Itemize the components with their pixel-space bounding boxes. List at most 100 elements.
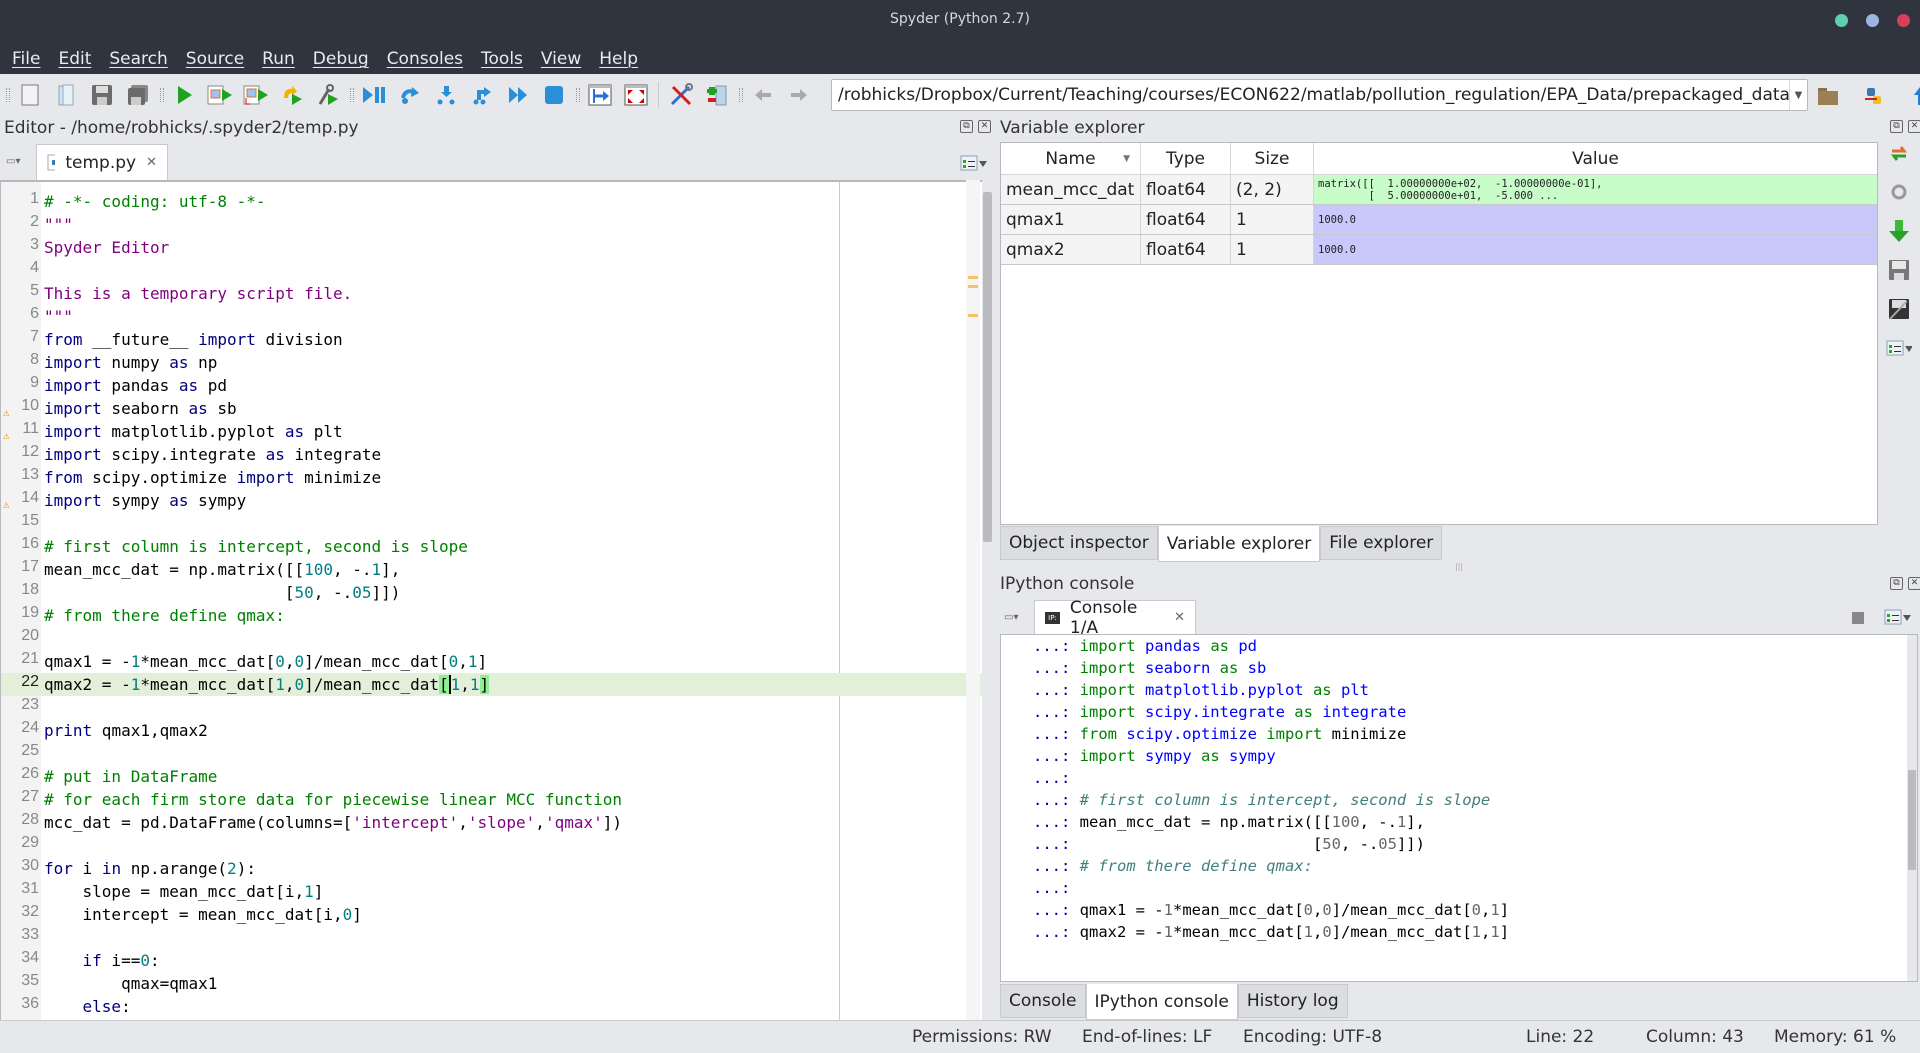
maximize-button[interactable] <box>1866 14 1879 27</box>
code-line[interactable]: 27 # for each firm store data for piecewi… <box>1 788 982 811</box>
save-data-as-button[interactable] <box>1886 296 1912 322</box>
code-line[interactable]: ⚠ 11 import matplotlib.pyplot as plt <box>1 420 982 443</box>
new-file-button[interactable] <box>16 81 44 109</box>
ipython-console-output[interactable]: ...: import pandas as pd ...: import sea… <box>1000 634 1918 982</box>
code-line[interactable]: ⚠ 10 import seaborn as sb <box>1 397 982 420</box>
fullscreen-button[interactable] <box>622 81 650 109</box>
code-line[interactable]: 7 from __future__ import division <box>1 328 982 351</box>
menu-edit[interactable]: Edit <box>58 49 91 69</box>
refresh-button[interactable] <box>1886 140 1912 166</box>
warning-flag[interactable] <box>968 285 978 288</box>
code-line[interactable]: 1 # -*- coding: utf-8 -*- <box>1 190 982 213</box>
code-line[interactable]: 24 print qmax1,qmax2 <box>1 719 982 742</box>
warning-flag[interactable] <box>968 314 978 317</box>
menu-consoles[interactable]: Consoles <box>387 49 463 69</box>
toolbar-handle[interactable] <box>350 88 354 102</box>
code-line[interactable]: 29 <box>1 834 982 857</box>
tab-history-log[interactable]: History log <box>1237 984 1348 1018</box>
code-line[interactable]: 21 qmax1 = -1*mean_mcc_dat[0,0]/mean_mcc_… <box>1 650 982 673</box>
code-line[interactable]: ⚠ 14 import sympy as sympy <box>1 489 982 512</box>
close-tab-icon[interactable]: ✕ <box>1174 610 1185 625</box>
code-line[interactable]: 35 qmax=qmax1 <box>1 972 982 995</box>
interrupt-kernel-button[interactable] <box>1852 612 1864 624</box>
toolbar-handle[interactable] <box>739 88 743 102</box>
import-data-button[interactable] <box>1886 218 1912 244</box>
menu-debug[interactable]: Debug <box>313 49 369 69</box>
undock-icon[interactable]: ⧉ <box>960 120 973 133</box>
tab-temp-py[interactable]: temp.py ✕ <box>36 144 168 180</box>
auto-refresh-button[interactable] <box>1886 179 1912 205</box>
console-options-button[interactable] <box>1884 608 1912 630</box>
variable-value[interactable]: matrix([[ 1.00000000e+02, -1.00000000e-0… <box>1314 175 1877 204</box>
browse-tabs-icon[interactable]: ▭▾ <box>1004 612 1018 623</box>
code-line[interactable]: 22 qmax2 = -1*mean_mcc_dat[1,0]/mean_mcc_… <box>1 673 982 696</box>
tab-console[interactable]: Console <box>1000 984 1086 1018</box>
undock-icon[interactable]: ⧉ <box>1890 120 1903 133</box>
code-line[interactable]: 32 intercept = mean_mcc_dat[i,0] <box>1 903 982 926</box>
variable-value[interactable]: 1000.0 <box>1314 235 1877 264</box>
close-button[interactable] <box>1897 14 1910 27</box>
minimize-button[interactable] <box>1835 14 1848 27</box>
code-line[interactable]: 30 for i in np.arange(2): <box>1 857 982 880</box>
column-header-name[interactable]: Name ▼ <box>1001 143 1141 174</box>
menu-file[interactable]: File <box>12 49 40 69</box>
menu-tools[interactable]: Tools <box>481 49 523 69</box>
save-data-button[interactable] <box>1886 257 1912 283</box>
menu-search[interactable]: Search <box>109 49 167 69</box>
forward-button[interactable] <box>785 81 813 109</box>
code-line[interactable]: 15 <box>1 512 982 535</box>
code-line[interactable]: 36 else: <box>1 995 982 1018</box>
browse-tabs-icon[interactable]: ▭▾ <box>6 156 30 170</box>
step-button[interactable] <box>396 81 424 109</box>
code-line[interactable]: 3 Spyder Editor <box>1 236 982 259</box>
undock-icon[interactable]: ⧉ <box>1890 577 1903 590</box>
console-scrollbar[interactable] <box>1907 635 1917 981</box>
menu-source[interactable]: Source <box>186 49 244 69</box>
stop-debug-button[interactable] <box>540 81 568 109</box>
working-directory-dropdown[interactable]: ▼ <box>1789 80 1807 110</box>
close-pane-icon[interactable]: ✕ <box>978 120 991 133</box>
tab-file-explorer[interactable]: File explorer <box>1320 526 1443 560</box>
debug-button[interactable] <box>360 81 388 109</box>
column-header-type[interactable]: Type <box>1141 143 1231 174</box>
code-line[interactable]: 33 <box>1 926 982 949</box>
pythonpath-manager-button[interactable] <box>703 81 731 109</box>
tab-console-1a[interactable]: IP: Console 1/A ✕ <box>1034 598 1196 638</box>
code-line[interactable]: 34 if i==0: <box>1 949 982 972</box>
maximize-pane-button[interactable] <box>586 81 614 109</box>
menu-help[interactable]: Help <box>599 49 638 69</box>
warning-flag[interactable] <box>968 276 978 279</box>
editor-scrollbar[interactable] <box>982 180 993 1020</box>
menu-run[interactable]: Run <box>262 49 295 69</box>
code-line[interactable]: 6 """ <box>1 305 982 328</box>
variable-row[interactable]: mean_mcc_dat float64 (2, 2) matrix([[ 1.000… <box>1001 175 1877 205</box>
code-line[interactable]: 9 import pandas as pd <box>1 374 982 397</box>
save-all-button[interactable] <box>124 81 152 109</box>
code-line[interactable]: 23 <box>1 696 982 719</box>
editor-options-button[interactable] <box>960 154 988 172</box>
open-file-button[interactable] <box>52 81 80 109</box>
toolbar-handle[interactable] <box>160 88 164 102</box>
code-line[interactable]: 17 mean_mcc_dat = np.matrix([[100, -.1], <box>1 558 982 581</box>
step-into-button[interactable] <box>432 81 460 109</box>
rerun-last-button[interactable] <box>278 81 306 109</box>
tab-object-inspector[interactable]: Object inspector <box>1000 526 1158 560</box>
menu-view[interactable]: View <box>541 49 581 69</box>
console-scrollbar-thumb[interactable] <box>1908 770 1916 870</box>
set-working-dir-button[interactable] <box>1860 82 1888 110</box>
toolbar-handle[interactable] <box>6 88 10 102</box>
preferences-button[interactable] <box>667 81 695 109</box>
code-line[interactable]: 31 slope = mean_mcc_dat[i,1] <box>1 880 982 903</box>
variable-value[interactable]: 1000.0 <box>1314 205 1877 234</box>
browse-folder-button[interactable] <box>1814 82 1842 110</box>
code-line[interactable]: 25 <box>1 742 982 765</box>
code-line[interactable]: 20 <box>1 627 982 650</box>
column-header-size[interactable]: Size <box>1231 143 1314 174</box>
back-button[interactable] <box>749 81 777 109</box>
code-line[interactable]: 26 # put in DataFrame <box>1 765 982 788</box>
code-line[interactable]: 18 [50, -.05]]) <box>1 581 982 604</box>
run-button[interactable] <box>170 81 198 109</box>
close-tab-icon[interactable]: ✕ <box>146 155 157 170</box>
code-line[interactable]: 12 import scipy.integrate as integrate <box>1 443 982 466</box>
editor-scrollbar-thumb[interactable] <box>983 192 992 542</box>
